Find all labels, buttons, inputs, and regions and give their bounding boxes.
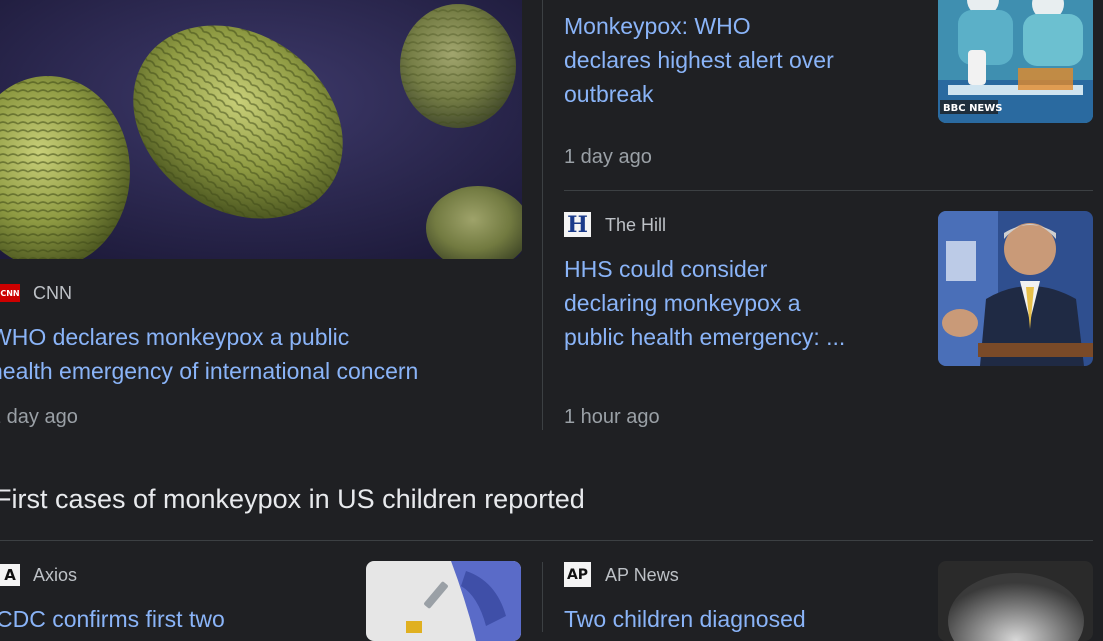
side-story-2-thumbnail[interactable] bbox=[938, 211, 1093, 366]
axios-logo-icon: A bbox=[0, 564, 20, 586]
main-story-headline[interactable]: WHO declares monkeypox a public health e… bbox=[0, 320, 530, 388]
story-a-headline[interactable]: CDC confirms first two bbox=[0, 602, 225, 636]
story-b-thumbnail[interactable] bbox=[938, 561, 1093, 641]
cluster-title[interactable]: First cases of monkeypox in US children … bbox=[0, 482, 585, 516]
svg-text:BBC NEWS: BBC NEWS bbox=[943, 103, 1003, 114]
side-story-2-source: The Hill bbox=[605, 215, 667, 235]
story-a-source: Axios bbox=[33, 565, 78, 585]
main-story-image[interactable] bbox=[0, 0, 522, 259]
story-b-source: AP News bbox=[605, 565, 679, 585]
virus-image bbox=[0, 0, 522, 259]
side-story-1-thumbnail[interactable]: BBC NEWS bbox=[938, 0, 1093, 123]
side-stories-divider bbox=[564, 190, 1093, 191]
vaccine-gloved-hand-image bbox=[366, 561, 521, 641]
side-story-1-headline[interactable]: Monkeypox: WHO declares highest alert ov… bbox=[564, 9, 914, 111]
side-story-2-headline[interactable]: HHS could consider declaring monkeypox a… bbox=[564, 252, 914, 354]
ap-logo-icon: AP bbox=[564, 562, 591, 587]
story-a-thumbnail[interactable] bbox=[366, 561, 521, 641]
story-b-headline[interactable]: Two children diagnosed bbox=[564, 602, 806, 636]
column-divider bbox=[542, 0, 543, 430]
side-story-1-time: 1 day ago bbox=[564, 146, 652, 168]
the-hill-logo-icon: H bbox=[564, 212, 591, 238]
main-story-source: CNN bbox=[33, 283, 72, 303]
side-story-2-time: 1 hour ago bbox=[564, 406, 660, 428]
main-story-time: 1 day ago bbox=[0, 406, 78, 428]
official-podium-image bbox=[938, 211, 1093, 366]
lab-workers-image: BBC NEWS bbox=[938, 0, 1093, 123]
cnn-logo-icon: CNN bbox=[0, 284, 20, 302]
microscope-image bbox=[938, 561, 1093, 641]
column-divider-bottom bbox=[542, 562, 543, 632]
section-divider bbox=[0, 540, 1093, 541]
